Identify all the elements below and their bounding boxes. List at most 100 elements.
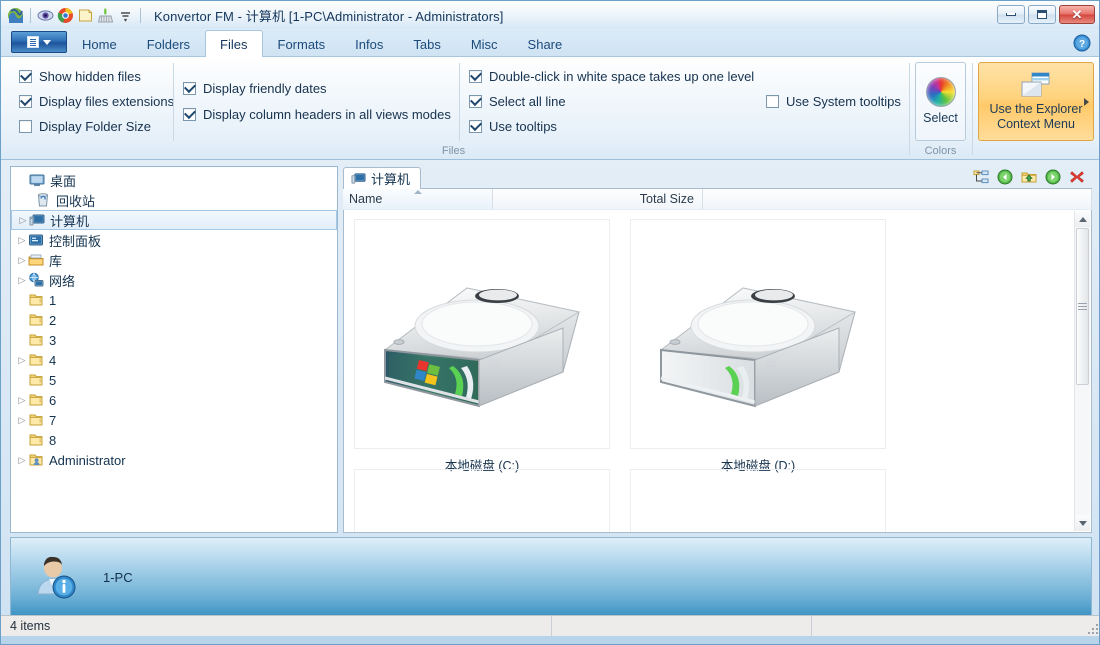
tab-share[interactable]: Share <box>513 31 578 56</box>
tab-tabs[interactable]: Tabs <box>398 31 455 56</box>
tab-infos[interactable]: Infos <box>340 31 398 56</box>
expander[interactable]: ▷ <box>16 275 28 286</box>
checkbox-display-folder-size[interactable]: Display Folder Size <box>19 119 151 134</box>
checkbox-label: Use System tooltips <box>786 94 901 109</box>
tab-files[interactable]: Files <box>205 30 263 57</box>
expander[interactable]: ▷ <box>16 355 28 366</box>
file-icon-area[interactable]: 本地磁盘 (C:) 本地磁盘 (D:) <box>343 210 1092 533</box>
column-header-blank[interactable] <box>703 189 1092 209</box>
expander[interactable]: ▷ <box>16 395 28 406</box>
vertical-scrollbar[interactable] <box>1074 211 1090 531</box>
checkbox-display-column-headers[interactable]: Display column headers in all views mode… <box>183 107 451 122</box>
column-header-name[interactable]: Name <box>343 189 493 209</box>
close-tab-icon[interactable] <box>1069 169 1086 186</box>
tree-item-folder-1[interactable]: 1 <box>11 290 337 310</box>
expander[interactable]: ▷ <box>16 255 28 266</box>
broom-icon[interactable] <box>97 7 114 24</box>
checkbox-label: Display files extensions <box>39 94 175 109</box>
tree-item-recycle-bin[interactable]: 回收站 <box>11 190 337 210</box>
tree-item-computer[interactable]: ▷ 计算机 <box>11 210 337 230</box>
select-button-label: Select <box>923 111 958 125</box>
checkbox-box <box>19 95 32 108</box>
checkbox-double-click-white-space[interactable]: Double-click in white space takes up one… <box>469 69 754 84</box>
checkbox-label: Display column headers in all views mode… <box>203 107 451 122</box>
tree-item-folder-3[interactable]: 3 <box>11 330 337 350</box>
tree-item-label: 库 <box>49 253 63 269</box>
tree-item-folder-2[interactable]: 2 <box>11 310 337 330</box>
tab-misc[interactable]: Misc <box>456 31 513 56</box>
checkbox-box <box>19 70 32 83</box>
ribbon-group-colors: Select Colors <box>913 57 968 160</box>
file-tab-computer[interactable]: 计算机 <box>343 167 422 189</box>
checkbox-display-files-extensions[interactable]: Display files extensions <box>19 94 174 109</box>
ribbon-tab-strip: Home Folders Files Formats Infos Tabs Mi… <box>1 29 1099 57</box>
note-icon[interactable] <box>77 7 94 24</box>
tree-item-label: 4 <box>49 352 57 368</box>
file-item-icon-box <box>630 469 886 532</box>
use-explorer-context-menu-button[interactable]: Use the Explorer Context Menu <box>978 62 1094 141</box>
chevron-right-icon[interactable] <box>1084 97 1089 106</box>
minimize-button[interactable] <box>997 5 1025 24</box>
tree-item-folder-6[interactable]: ▷ 6 <box>11 390 337 410</box>
tree-item-administrator[interactable]: ▷ Administrator <box>11 450 337 470</box>
resize-grip[interactable] <box>1086 622 1098 634</box>
tree-item-libraries[interactable]: ▷ 库 <box>11 250 337 270</box>
tab-formats[interactable]: Formats <box>263 31 341 56</box>
tree-view-icon[interactable] <box>973 169 990 186</box>
checkbox-use-system-tooltips[interactable]: Use System tooltips <box>766 94 901 109</box>
column-header-total-size[interactable]: Total Size <box>493 189 703 209</box>
app-logo-icon[interactable] <box>7 7 24 24</box>
expander[interactable]: ▷ <box>17 215 29 226</box>
scroll-down-button[interactable] <box>1075 515 1090 531</box>
file-item-row2-col1[interactable] <box>354 469 610 532</box>
checkbox-use-tooltips[interactable]: Use tooltips <box>469 119 557 134</box>
browser-circle-icon[interactable] <box>57 7 74 24</box>
tree-item-control-panel[interactable]: ▷ 控制面板 <box>11 230 337 250</box>
group-label-colors: Colors <box>924 145 957 157</box>
scrollbar-thumb[interactable] <box>1076 228 1089 385</box>
file-item-row2-col2[interactable] <box>630 469 886 532</box>
checkbox-box <box>469 120 482 133</box>
tree-item-desktop[interactable]: 桌面 <box>11 170 337 190</box>
checkbox-select-all-line[interactable]: Select all line <box>469 94 566 109</box>
tree-item-label: 8 <box>49 432 57 448</box>
tab-home[interactable]: Home <box>67 31 132 56</box>
triangle-up-icon <box>1078 216 1087 222</box>
explorer-button-label-line2: Context Menu <box>997 116 1075 131</box>
checkbox-show-hidden-files[interactable]: Show hidden files <box>19 69 141 84</box>
tree-item-label: Administrator <box>49 452 126 468</box>
forward-arrow-icon[interactable] <box>1045 169 1062 186</box>
customize-caret-icon[interactable] <box>117 7 134 24</box>
computer-icon <box>351 171 366 186</box>
tab-folders[interactable]: Folders <box>132 31 205 56</box>
eye-icon[interactable] <box>37 7 54 24</box>
tree-item-network[interactable]: ▷ 网络 <box>11 270 337 290</box>
tree-item-folder-5[interactable]: 5 <box>11 370 337 390</box>
application-menu-button[interactable] <box>11 31 67 53</box>
checkbox-label: Select all line <box>489 94 566 109</box>
tree-item-label: 网络 <box>49 273 76 289</box>
file-list-pane: 计算机 Name Total Size 本地磁盘 (C:) 本地磁盘 (D:) <box>343 166 1092 533</box>
scrollbar-grip-icon <box>1078 301 1087 312</box>
file-item-local-disk-c[interactable]: 本地磁盘 (C:) <box>354 219 610 474</box>
tree-item-folder-7[interactable]: ▷ 7 <box>11 410 337 430</box>
column-header-label: Name <box>349 192 383 206</box>
scroll-up-button[interactable] <box>1075 211 1090 227</box>
close-button[interactable]: ✕ <box>1059 5 1095 24</box>
expander[interactable]: ▷ <box>16 455 28 466</box>
expander[interactable]: ▷ <box>16 235 28 246</box>
info-panel: 1-PC <box>10 537 1092 617</box>
checkbox-display-friendly-dates[interactable]: Display friendly dates <box>183 81 327 96</box>
maximize-button[interactable] <box>1028 5 1056 24</box>
checkbox-box <box>469 70 482 83</box>
folder-tree-pane[interactable]: 桌面 回收站 ▷ 计算机 ▷ 控制面板 ▷ 库 ▷ 网络 1 2 3 ▷ 4 5… <box>10 166 338 533</box>
up-folder-icon[interactable] <box>1021 169 1038 186</box>
file-item-local-disk-d[interactable]: 本地磁盘 (D:) <box>630 219 886 474</box>
help-icon[interactable]: ? <box>1073 34 1091 52</box>
select-color-button[interactable]: Select <box>915 62 966 141</box>
folder-icon <box>28 312 44 328</box>
tree-item-folder-8[interactable]: 8 <box>11 430 337 450</box>
expander[interactable]: ▷ <box>16 415 28 426</box>
tree-item-folder-4[interactable]: ▷ 4 <box>11 350 337 370</box>
back-arrow-icon[interactable] <box>997 169 1014 186</box>
